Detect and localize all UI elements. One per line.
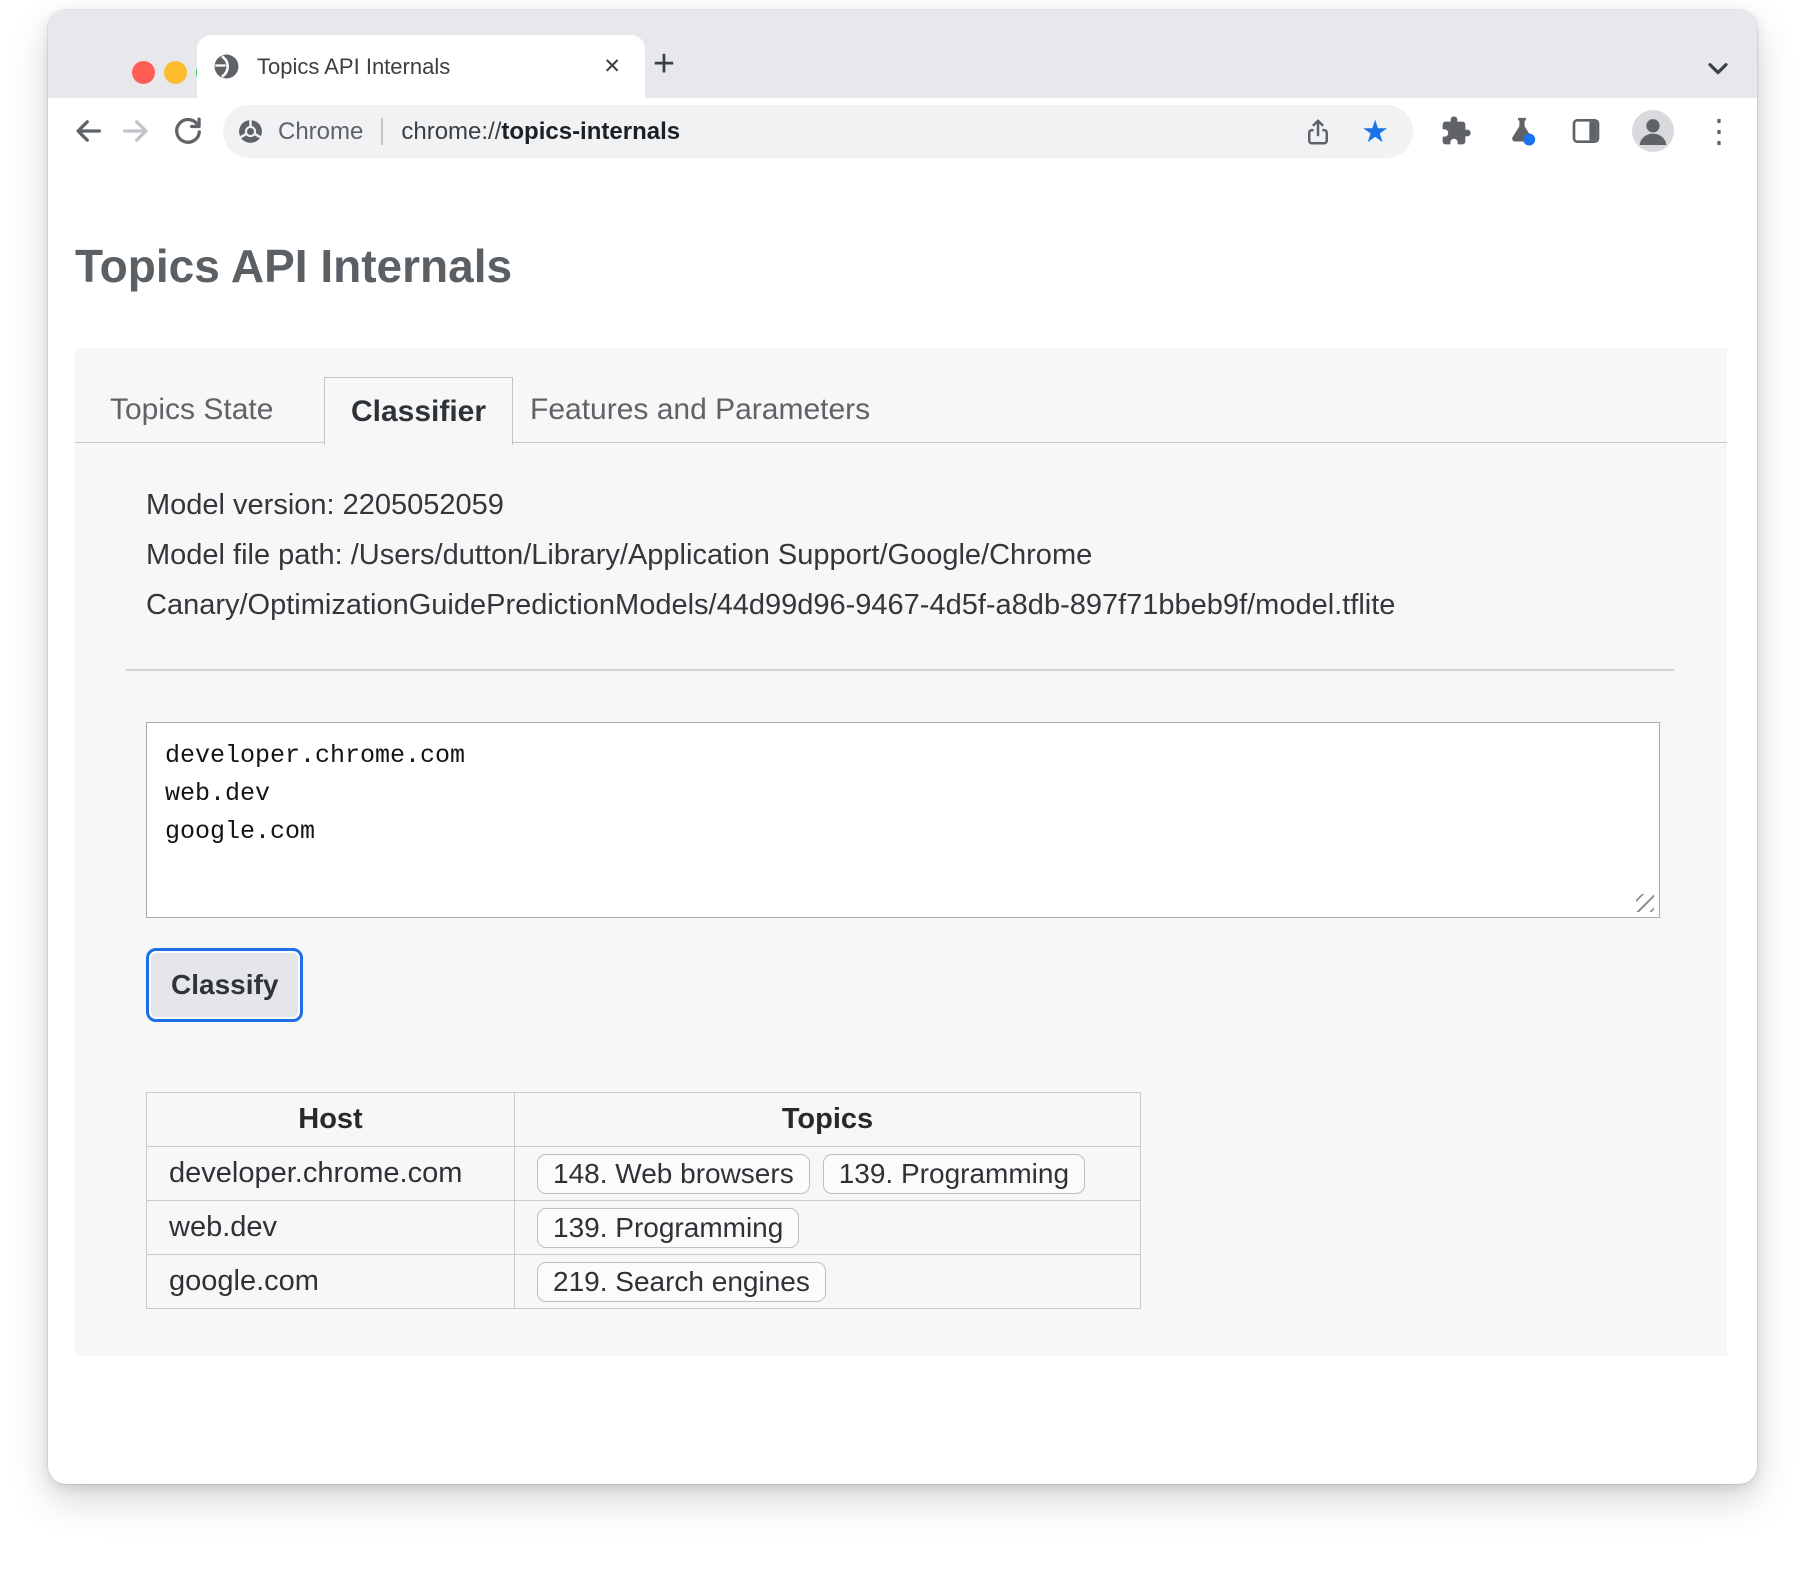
browser-toolbar: Chrome chrome://topics-internals ★: [48, 98, 1757, 164]
new-tab-button[interactable]: +: [645, 42, 683, 86]
share-icon[interactable]: [1303, 117, 1333, 147]
tab-topics-state[interactable]: Topics State: [110, 377, 273, 443]
desktop: { "browser": { "tab_title": "Topics API …: [0, 0, 1812, 1575]
extensions-puzzle-icon[interactable]: [1438, 113, 1474, 149]
bookmark-star-icon[interactable]: ★: [1361, 116, 1389, 147]
browser-window: Topics API Internals ✕ +: [48, 10, 1757, 1484]
tab-search-chevron-icon[interactable]: [1700, 52, 1736, 84]
section-divider: [126, 669, 1674, 671]
host-column-header: Host: [147, 1093, 515, 1146]
topic-chip: 139. Programming: [823, 1154, 1085, 1194]
globe-favicon-icon: [213, 53, 240, 80]
close-tab-icon[interactable]: ✕: [595, 50, 629, 83]
topics-column-header: Topics: [515, 1093, 1140, 1146]
side-panel-icon[interactable]: [1568, 113, 1604, 149]
results-table: Host Topics developer.chrome.com 148. We…: [146, 1092, 1141, 1309]
profile-avatar[interactable]: [1632, 110, 1674, 152]
topic-chip: 148. Web browsers: [537, 1154, 810, 1194]
topics-cell: 148. Web browsers 139. Programming: [515, 1147, 1140, 1200]
overflow-menu-icon[interactable]: ⋮: [1701, 113, 1737, 149]
url-separator: [381, 118, 383, 145]
url-brand-label: Chrome: [278, 118, 363, 146]
tab-title: Topics API Internals: [257, 54, 450, 80]
topics-cell: 219. Search engines: [515, 1255, 1140, 1308]
model-path-line: Model file path: /Users/dutton/Library/A…: [146, 530, 1616, 630]
tab-strip: Topics API Internals ✕ +: [48, 10, 1757, 98]
hosts-input[interactable]: developer.chrome.com web.dev google.com: [146, 722, 1660, 918]
host-cell: google.com: [147, 1255, 515, 1308]
table-row: developer.chrome.com 148. Web browsers 1…: [147, 1146, 1140, 1200]
host-cell: developer.chrome.com: [147, 1147, 515, 1200]
table-row: google.com 219. Search engines: [147, 1254, 1140, 1308]
reload-icon[interactable]: [168, 111, 208, 151]
chrome-logo-icon: [237, 118, 264, 145]
table-row: web.dev 139. Programming: [147, 1200, 1140, 1254]
experiments-beaker-icon[interactable]: [1504, 113, 1540, 149]
tab-features-and-parameters[interactable]: Features and Parameters: [530, 377, 870, 443]
internals-panel: Topics State Classifier Features and Par…: [75, 348, 1727, 1356]
tab-classifier[interactable]: Classifier: [324, 377, 513, 445]
back-icon[interactable]: [68, 111, 108, 151]
close-window-button[interactable]: [132, 61, 155, 84]
browser-tab[interactable]: Topics API Internals ✕: [197, 35, 645, 98]
topics-cell: 139. Programming: [515, 1201, 1140, 1254]
textarea-resize-handle[interactable]: [1636, 894, 1654, 912]
url-text[interactable]: chrome://topics-internals: [401, 118, 680, 146]
topic-chip: 219. Search engines: [537, 1262, 826, 1302]
tabs-divider: [75, 442, 1727, 443]
address-bar[interactable]: Chrome chrome://topics-internals ★: [223, 105, 1413, 158]
model-info: Model version: 2205052059 Model file pat…: [146, 480, 1616, 630]
model-version-line: Model version: 2205052059: [146, 480, 1616, 530]
page-title: Topics API Internals: [75, 241, 512, 292]
table-header-row: Host Topics: [147, 1093, 1140, 1146]
host-cell: web.dev: [147, 1201, 515, 1254]
forward-icon[interactable]: [116, 111, 156, 151]
minimize-window-button[interactable]: [164, 61, 187, 84]
classify-button[interactable]: Classify: [146, 948, 303, 1022]
topic-chip: 139. Programming: [537, 1208, 799, 1248]
